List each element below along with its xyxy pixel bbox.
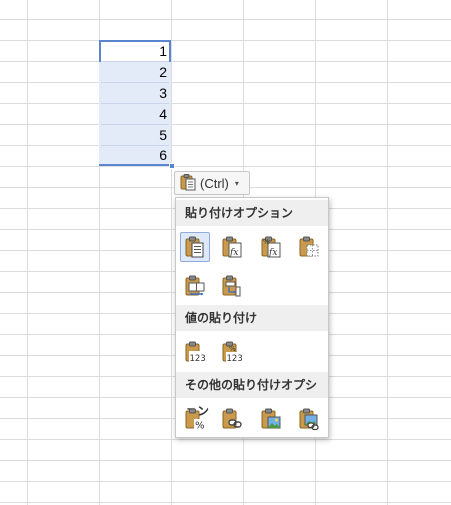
section-title-paste-values: 値の貼り付け [176, 305, 328, 331]
cell-divider [101, 82, 169, 83]
fill-handle[interactable] [169, 163, 175, 169]
cell-divider [101, 103, 169, 104]
paste-values-number-format-button[interactable]: % 123 [217, 337, 247, 367]
cell-c7[interactable]: 6 [99, 146, 171, 164]
paste-picture-button[interactable] [256, 404, 286, 434]
paste-transpose-button[interactable] [217, 271, 247, 301]
paste-no-borders-icon [299, 236, 319, 257]
paste-linked-picture-button[interactable] [294, 404, 324, 434]
paste-formulas-number-format-button[interactable]: % fx [256, 232, 286, 262]
paste-transpose-icon [222, 275, 241, 297]
cell-c4[interactable]: 3 [99, 83, 171, 104]
paste-formatting-button[interactable]: % [180, 404, 210, 434]
section-title-other-paste-options: その他の貼り付けオプション [176, 372, 328, 418]
paste-values-button[interactable]: 123 [180, 337, 210, 367]
paste-options-menu: 貼り付けオプション fx % fx 値の貼り付け 123 % 123 その他の貼… [175, 197, 329, 438]
cell-c3[interactable]: 2 [99, 62, 171, 83]
cell-c5[interactable]: 4 [99, 104, 171, 125]
paste-options-label: (Ctrl) [200, 175, 229, 191]
cell-divider [101, 145, 169, 146]
svg-text:123: 123 [190, 354, 206, 364]
chevron-down-icon: ▾ [234, 178, 239, 188]
paste-formulas-number-format-icon: % fx [261, 236, 281, 258]
paste-icon [185, 236, 204, 258]
paste-formatting-icon: % [185, 408, 205, 432]
paste-keep-column-widths-icon [185, 275, 205, 296]
paste-values-icon: 123 [185, 341, 206, 364]
cell-c6[interactable]: 5 [99, 125, 171, 146]
paste-formulas-button[interactable]: fx [217, 232, 247, 262]
cell-c2[interactable]: 1 [99, 41, 171, 62]
paste-link-icon [222, 408, 242, 429]
paste-link-button[interactable] [217, 404, 247, 434]
section-title-paste-options: 貼り付けオプション [176, 200, 328, 226]
paste-no-borders-button[interactable] [294, 232, 324, 262]
svg-text:fx: fx [229, 248, 238, 258]
paste-picture-icon [261, 408, 281, 429]
cell-divider [101, 61, 169, 62]
paste-formulas-icon: fx [222, 236, 242, 258]
clipboard-icon [179, 173, 197, 194]
svg-text:%: % [263, 238, 270, 246]
svg-text:%: % [229, 345, 236, 353]
paste-options-button[interactable]: (Ctrl) ▾ [174, 171, 250, 195]
paste-linked-picture-icon [299, 408, 319, 431]
paste-button[interactable] [180, 232, 210, 262]
paste-keep-column-widths-button[interactable] [180, 271, 210, 301]
paste-values-number-format-icon: % 123 [222, 341, 243, 364]
svg-text:%: % [195, 421, 205, 432]
svg-text:123: 123 [227, 354, 243, 364]
cell-divider [101, 124, 169, 125]
svg-text:fx: fx [268, 248, 277, 258]
